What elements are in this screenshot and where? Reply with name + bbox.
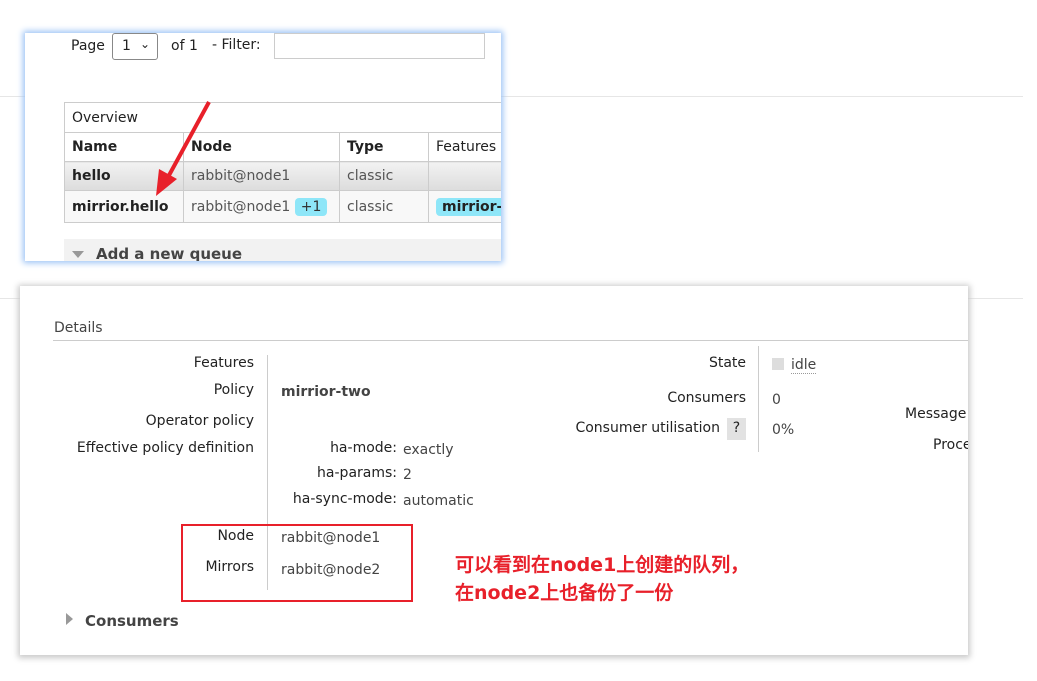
red-arrow-annotation xyxy=(156,101,211,196)
highlight-box xyxy=(181,524,413,602)
policy-key: ha-params: xyxy=(317,465,397,481)
consumer-utilisation-label: Consumer utilisation xyxy=(575,420,720,436)
annotation-text: 可以看到在node1上创建的队列， xyxy=(455,554,750,576)
policy-value: exactly xyxy=(403,442,454,458)
consumers-label: Consumers xyxy=(667,390,746,406)
policy-link[interactable]: mirrior-two xyxy=(281,384,371,400)
policy-value: 2 xyxy=(403,467,412,483)
operator-policy-label: Operator policy xyxy=(145,413,254,429)
consumers-section-title: Consumers xyxy=(85,612,179,630)
messages-label: Message xyxy=(905,406,967,422)
consumers-value: 0 xyxy=(772,392,781,408)
section-title: Details xyxy=(54,320,103,336)
policy-key: ha-mode: xyxy=(330,440,397,456)
policy-key: ha-sync-mode: xyxy=(292,491,397,507)
queues-panel: Page 1 ⌄ of 1 - Filter: Overview Name Nod… xyxy=(25,33,501,261)
help-button[interactable]: ? xyxy=(727,418,746,440)
triangle-right-icon xyxy=(66,613,73,625)
consumer-utilisation-value: 0% xyxy=(772,422,795,438)
divider xyxy=(758,346,759,452)
policy-label: Policy xyxy=(213,382,254,398)
process-label: Proce xyxy=(933,437,968,453)
state-indicator xyxy=(772,358,784,370)
state-value: idle xyxy=(791,357,817,374)
effective-policy-label: Effective policy definition xyxy=(76,440,254,456)
annotation-text: 在node2上也备份了一份 xyxy=(455,582,674,604)
features-label: Features xyxy=(193,355,254,371)
divider xyxy=(53,340,968,341)
policy-value: automatic xyxy=(403,493,474,509)
state-label: State xyxy=(708,355,746,371)
details-panel: Details Features Policy mirrior-two Oper… xyxy=(20,286,968,655)
